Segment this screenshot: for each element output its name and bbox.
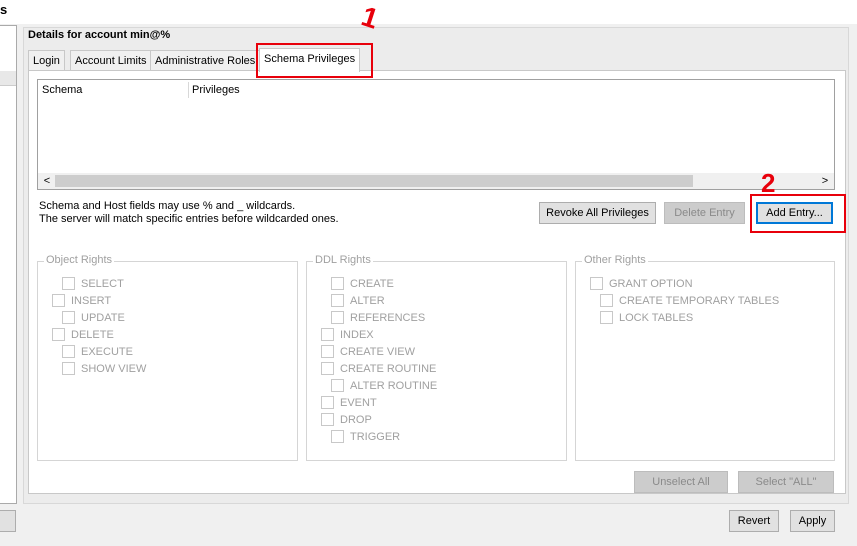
checkbox-create-view[interactable]: CREATE VIEW [321,345,415,358]
checkbox-box[interactable] [331,277,344,290]
left-pane-button[interactable] [0,510,16,532]
checkbox-drop[interactable]: DROP [321,413,372,426]
checkbox-label: CREATE TEMPORARY TABLES [619,294,780,307]
checkbox-insert[interactable]: INSERT [52,294,111,307]
other-rights-title: Other Rights [582,254,648,266]
checkbox-update[interactable]: UPDATE [62,311,125,324]
checkbox-label: DROP [340,413,372,426]
checkbox-box[interactable] [600,311,613,324]
checkbox-label: UPDATE [81,311,125,324]
column-header-privileges[interactable]: Privileges [192,84,240,96]
checkbox-event[interactable]: EVENT [321,396,377,409]
checkbox-label: EVENT [340,396,377,409]
checkbox-show-view[interactable]: SHOW VIEW [62,362,146,375]
checkbox-box[interactable] [62,345,75,358]
checkbox-create-temporary-tables[interactable]: CREATE TEMPORARY TABLES [600,294,779,307]
window-title-fragment: s [0,2,8,17]
checkbox-label: CREATE VIEW [340,345,415,358]
checkbox-label: CREATE [350,277,394,290]
checkbox-delete[interactable]: DELETE [52,328,114,341]
checkbox-box[interactable] [590,277,603,290]
checkbox-label: INDEX [340,328,374,341]
checkbox-box[interactable] [321,362,334,375]
checkbox-box[interactable] [321,413,334,426]
checkbox-box[interactable] [321,396,334,409]
checkbox-box[interactable] [321,345,334,358]
checkbox-select[interactable]: SELECT [62,277,124,290]
account-title: Details for account min@% [28,29,171,41]
checkbox-label: ALTER [350,294,385,307]
checkbox-label: SELECT [81,277,124,290]
tab-login[interactable]: Login [28,50,65,71]
checkbox-box[interactable] [62,362,75,375]
checkbox-label: GRANT OPTION [609,277,693,290]
select-all-button[interactable]: Select "ALL" [738,471,834,493]
unselect-all-button[interactable]: Unselect All [634,471,728,493]
wildcard-info-line1: Schema and Host fields may use % and _ w… [39,200,296,212]
checkbox-label: INSERT [71,294,112,307]
checkbox-box[interactable] [331,311,344,324]
checkbox-box[interactable] [52,294,65,307]
tab-schema-privileges[interactable]: Schema Privileges [259,48,361,72]
annotation-number-2: 2 [761,168,776,198]
apply-button[interactable]: Apply [790,510,835,532]
checkbox-grant-option[interactable]: GRANT OPTION [590,277,693,290]
scroll-left-icon[interactable]: < [41,173,53,189]
checkbox-box[interactable] [331,430,344,443]
ddl-rights-title: DDL Rights [313,254,373,266]
checkbox-create[interactable]: CREATE [331,277,394,290]
checkbox-create-routine[interactable]: CREATE ROUTINE [321,362,436,375]
checkbox-label: TRIGGER [350,430,401,443]
checkbox-alter[interactable]: ALTER [331,294,385,307]
checkbox-references[interactable]: REFERENCES [331,311,425,324]
wildcard-info-line2: The server will match specific entries b… [39,213,339,225]
scroll-right-icon[interactable]: > [819,173,831,189]
checkbox-label: DELETE [71,328,114,341]
checkbox-box[interactable] [600,294,613,307]
revoke-all-privileges-button[interactable]: Revoke All Privileges [539,202,656,224]
column-divider [188,82,189,98]
horizontal-scrollbar[interactable]: < > [38,173,834,189]
checkbox-box[interactable] [62,311,75,324]
tab-administrative-roles[interactable]: Administrative Roles [150,50,261,71]
checkbox-label: ALTER ROUTINE [350,379,438,392]
accounts-list-row[interactable] [0,71,16,86]
checkbox-index[interactable]: INDEX [321,328,374,341]
checkbox-label: EXECUTE [81,345,133,358]
checkbox-label: LOCK TABLES [619,311,694,324]
checkbox-execute[interactable]: EXECUTE [62,345,133,358]
schema-privileges-table[interactable]: Schema Privileges < > [37,79,835,190]
delete-entry-button[interactable]: Delete Entry [664,202,745,224]
checkbox-label: CREATE ROUTINE [340,362,437,375]
checkbox-label: SHOW VIEW [81,362,147,375]
annotation-box-add-entry [750,194,846,233]
checkbox-trigger[interactable]: TRIGGER [331,430,400,443]
checkbox-box[interactable] [331,379,344,392]
checkbox-alter-routine[interactable]: ALTER ROUTINE [331,379,437,392]
checkbox-box[interactable] [52,328,65,341]
object-rights-group: Object Rights [37,254,298,461]
accounts-list-pane[interactable] [0,25,17,504]
top-bar [0,0,857,24]
checkbox-box[interactable] [331,294,344,307]
checkbox-box[interactable] [62,277,75,290]
object-rights-title: Object Rights [44,254,115,266]
checkbox-box[interactable] [321,328,334,341]
checkbox-lock-tables[interactable]: LOCK TABLES [600,311,693,324]
scrollbar-thumb[interactable] [55,175,693,187]
revert-button[interactable]: Revert [729,510,779,532]
column-header-schema[interactable]: Schema [42,84,82,96]
tab-account-limits[interactable]: Account Limits [70,50,152,71]
checkbox-label: REFERENCES [350,311,426,324]
other-rights-group: Other Rights [575,254,835,461]
